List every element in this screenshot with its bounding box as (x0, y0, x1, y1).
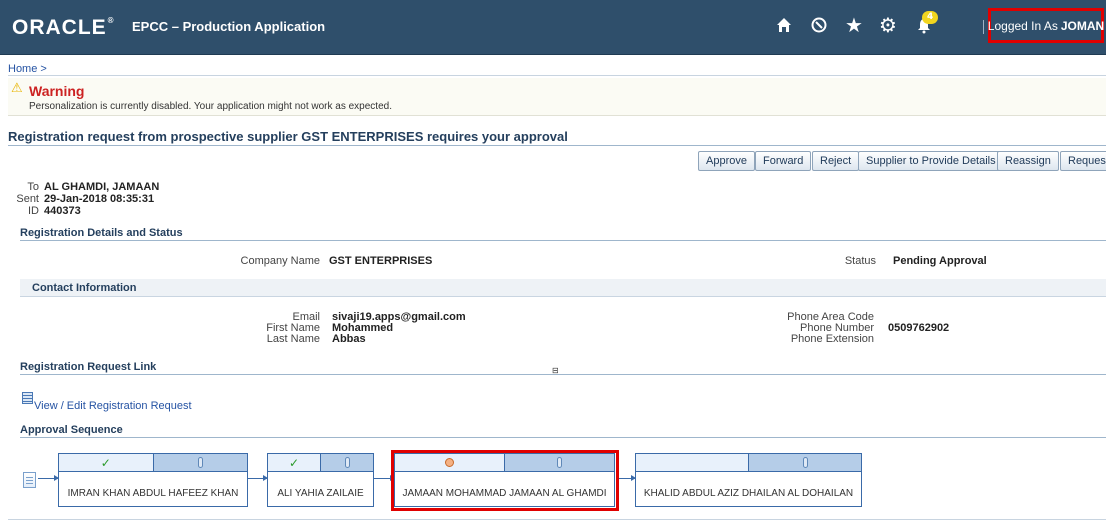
logged-in-prefix: Logged In As (987, 18, 1058, 33)
sent-label: Sent (16, 193, 39, 205)
logged-in-user[interactable]: Logged In As JOMAN (988, 8, 1104, 43)
notification-count-badge: 4 (922, 11, 939, 24)
page-title: Registration request from prospective su… (8, 129, 568, 144)
last-name-value: Abbas (332, 333, 366, 345)
approver-card[interactable]: KHALID ABDUL AZIZ DHAILAN AL DOHAILAN (635, 453, 862, 507)
divider (20, 240, 1106, 241)
home-icon[interactable] (770, 11, 798, 39)
divider (20, 374, 1106, 375)
phone-number-value: 0509762902 (888, 322, 950, 334)
oracle-logo: ORACLE® (12, 16, 115, 39)
sequence-arrow (619, 475, 636, 481)
registration-document-icon[interactable] (22, 392, 33, 404)
supplier-to-provide-details-button[interactable]: Supplier to Provide Details (858, 151, 1004, 171)
reassign-button[interactable]: Reassign (997, 151, 1059, 171)
last-name-label: Last Name (266, 333, 320, 345)
highlight-box (391, 450, 619, 511)
sent-value: 29-Jan-2018 08:35:31 (44, 193, 155, 205)
empty-status-cell (636, 454, 749, 471)
reject-button[interactable]: Reject (812, 151, 860, 171)
document-icon (23, 472, 36, 488)
favorites-star-icon[interactable]: ★ (840, 11, 868, 39)
registration-details-heading: Registration Details and Status (20, 227, 183, 239)
breadcrumb-home[interactable]: Home > (8, 63, 47, 75)
divider (8, 75, 1106, 76)
divider (8, 145, 1106, 146)
person-icon (344, 457, 350, 468)
approved-check-icon: ✓ (268, 454, 321, 471)
contact-information-heading: Contact Information (32, 282, 137, 294)
phone-extension-label: Phone Extension (790, 333, 874, 345)
settings-gear-icon[interactable]: ⚙ (874, 11, 902, 39)
approved-check-icon: ✓ (59, 454, 154, 471)
approve-button[interactable]: Approve (698, 151, 755, 171)
warning-title: Warning (29, 83, 85, 99)
to-label: To (27, 181, 39, 193)
divider (20, 437, 1106, 438)
app-header: ORACLE® EPCC – Production Application ★ … (0, 0, 1106, 55)
status-value: Pending Approval (893, 255, 987, 267)
logged-in-username: JOMAN (1060, 18, 1105, 33)
request-info-button[interactable]: Request (1060, 151, 1106, 171)
approver-name: ALI YAHIA ZAILAIE (277, 488, 364, 499)
to-value: AL GHAMDI, JAMAAN (44, 181, 160, 193)
approver-name: IMRAN KHAN ABDUL HAFEEZ KHAN (67, 488, 239, 499)
contact-information-header: Contact Information (20, 279, 1106, 297)
registration-request-link-heading: Registration Request Link (20, 361, 157, 373)
company-name-label: Company Name (240, 255, 320, 267)
small-marker-icon: ⊟ (552, 366, 559, 375)
sequence-arrow (248, 475, 268, 481)
person-icon (802, 457, 808, 468)
navigator-icon[interactable] (805, 11, 833, 39)
company-name-value: GST ENTERPRISES (329, 255, 433, 267)
approver-card[interactable]: ✓ IMRAN KHAN ABDUL HAFEEZ KHAN (58, 453, 248, 507)
id-label: ID (28, 205, 39, 217)
id-value: 440373 (44, 205, 81, 217)
approval-sequence-heading: Approval Sequence (20, 424, 123, 436)
warning-message: Personalization is currently disabled. Y… (29, 101, 392, 112)
forward-button[interactable]: Forward (755, 151, 812, 171)
approver-name: KHALID ABDUL AZIZ DHAILAN AL DOHAILAN (643, 488, 854, 499)
approver-card[interactable]: ✓ ALI YAHIA ZAILAIE (267, 453, 374, 507)
status-label: Status (844, 255, 876, 267)
warning-icon: ⚠ (11, 81, 23, 96)
notifications-bell-icon[interactable]: 4 (910, 11, 939, 39)
person-icon (197, 457, 203, 468)
warning-banner: ⚠ Warning Personalization is currently d… (8, 78, 1106, 116)
app-title: EPCC – Production Application (132, 19, 326, 34)
header-separator (983, 20, 984, 34)
sequence-arrow (38, 475, 59, 481)
view-edit-registration-link[interactable]: View / Edit Registration Request (34, 400, 192, 412)
divider (8, 519, 1106, 520)
